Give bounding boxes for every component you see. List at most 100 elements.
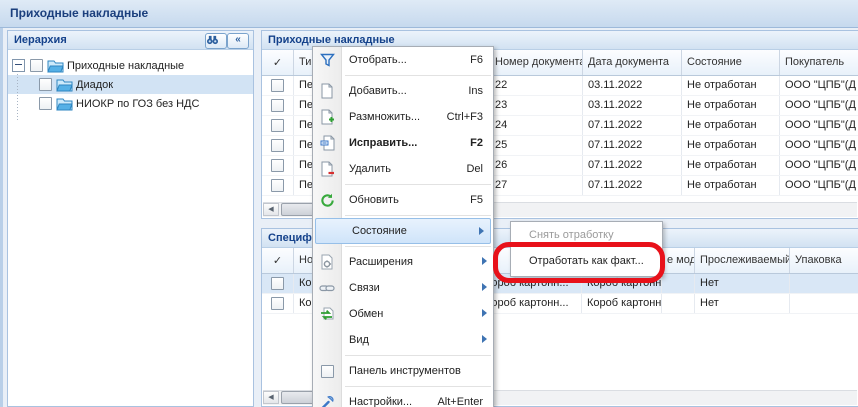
refresh-icon xyxy=(313,193,341,208)
column-buyer[interactable]: Покупатель xyxy=(780,50,858,75)
binoculars-icon xyxy=(206,34,226,45)
column-check[interactable]: ✓ xyxy=(262,50,294,75)
column-date[interactable]: Дата документа xyxy=(583,50,682,75)
submenu-item-process-as-fact[interactable]: Отработать как факт... xyxy=(511,248,662,274)
menu-item-state[interactable]: Состояние xyxy=(315,218,491,244)
cell-packaging xyxy=(790,274,858,293)
window-border xyxy=(0,0,3,407)
cell-number: 26 xyxy=(490,156,583,175)
column-traceable[interactable]: Прослеживаемый xyxy=(695,248,790,273)
search-button[interactable] xyxy=(205,33,227,49)
cell-state: Не отработан xyxy=(682,156,780,175)
scrollbar-thumb[interactable] xyxy=(281,203,315,216)
menu-separator xyxy=(345,215,491,216)
cell-buyer: ООО "ЦПБ"(Д xyxy=(780,156,858,175)
row-checkbox[interactable] xyxy=(271,119,284,132)
edit-document-icon xyxy=(313,135,341,151)
menu-item-edit[interactable]: Исправить... F2 xyxy=(313,130,493,156)
row-checkbox[interactable] xyxy=(271,297,284,310)
filter-icon xyxy=(313,53,341,67)
cell-date: 07.11.2022 xyxy=(583,136,682,155)
submenu-arrow-icon xyxy=(482,283,487,291)
scroll-left-arrow-icon[interactable]: ◀ xyxy=(263,391,279,404)
tree-guide-line xyxy=(17,74,18,122)
folder-icon xyxy=(56,97,73,111)
menu-item-extensions[interactable]: Расширения xyxy=(313,249,493,275)
hierarchy-panel-header: Иерархия « xyxy=(8,31,253,50)
hierarchy-panel-title: Иерархия xyxy=(14,34,67,46)
tree-item-niokr[interactable]: НИОКР по ГОЗ без НДС xyxy=(8,94,253,113)
column-check[interactable]: ✓ xyxy=(262,248,294,273)
menu-item-exchange[interactable]: Обмен xyxy=(313,301,493,327)
context-menu: Отобрать... F6 Добавить... Ins Размножит… xyxy=(312,46,494,407)
cell-buyer: ООО "ЦПБ"(Д xyxy=(780,176,858,195)
tree-item-label[interactable]: Диадок xyxy=(73,79,116,91)
row-checkbox[interactable] xyxy=(271,159,284,172)
cell-state: Не отработан xyxy=(682,176,780,195)
cell-date: 03.11.2022 xyxy=(583,96,682,115)
links-icon xyxy=(313,283,341,293)
submenu-arrow-icon xyxy=(479,227,484,235)
column-number[interactable]: Номер документа. xyxy=(490,50,583,75)
menu-item-refresh[interactable]: Обновить F5 xyxy=(313,187,493,213)
tree-checkbox[interactable] xyxy=(39,97,52,110)
menu-separator xyxy=(345,75,491,76)
menu-item-add[interactable]: Добавить... Ins xyxy=(313,78,493,104)
row-checkbox[interactable] xyxy=(271,277,284,290)
cell-number: 22 xyxy=(490,76,583,95)
menu-item-settings[interactable]: Настройки... Alt+Enter xyxy=(313,389,493,407)
column-model[interactable]: е мод xyxy=(662,248,695,273)
duplicate-document-icon xyxy=(313,109,341,125)
submenu-arrow-icon xyxy=(482,309,487,317)
cell-date: 03.11.2022 xyxy=(583,76,682,95)
cell-date: 07.11.2022 xyxy=(583,156,682,175)
menu-item-view[interactable]: Вид xyxy=(313,327,493,353)
menu-separator xyxy=(345,184,491,185)
cell-date: 07.11.2022 xyxy=(583,176,682,195)
tree-checkbox[interactable] xyxy=(39,78,52,91)
settings-icon xyxy=(313,395,341,407)
row-checkbox[interactable] xyxy=(271,79,284,92)
collapse-panel-button[interactable]: « xyxy=(227,33,249,49)
menu-item-filter[interactable]: Отобрать... F6 xyxy=(313,47,493,73)
tree-item-label[interactable]: Приходные накладные xyxy=(64,60,187,72)
menu-item-toolbar[interactable]: Панель инструментов xyxy=(313,358,493,384)
cell-state: Не отработан xyxy=(682,76,780,95)
row-checkbox[interactable] xyxy=(271,139,284,152)
tree-item-label[interactable]: НИОКР по ГОЗ без НДС xyxy=(73,98,202,110)
menu-item-delete[interactable]: Удалить Del xyxy=(313,156,493,182)
cell-state: Не отработан xyxy=(682,96,780,115)
cell-traceable: Нет xyxy=(695,274,790,293)
collapse-node-icon[interactable] xyxy=(12,59,25,72)
exchange-icon xyxy=(313,307,341,322)
cell-model-tail xyxy=(662,274,695,293)
row-checkbox[interactable] xyxy=(271,179,284,192)
scrollbar-thumb[interactable] xyxy=(281,391,315,404)
tree-item-root[interactable]: Приходные накладные xyxy=(8,56,253,75)
menu-item-duplicate[interactable]: Размножить... Ctrl+F3 xyxy=(313,104,493,130)
menu-separator xyxy=(345,355,491,356)
specification-panel-title: Специф xyxy=(268,232,312,244)
state-submenu: Снять отработку Отработать как факт... xyxy=(510,221,663,277)
column-packaging[interactable]: Упаковка xyxy=(790,248,858,273)
tree-checkbox[interactable] xyxy=(30,59,43,72)
menu-separator xyxy=(345,386,491,387)
cell-number: 25 xyxy=(490,136,583,155)
hierarchy-tree: Приходные накладные Диадок НИОКР по ГОЗ … xyxy=(8,50,253,113)
menu-item-links[interactable]: Связи xyxy=(313,275,493,301)
scroll-left-arrow-icon[interactable]: ◀ xyxy=(263,203,279,216)
tree-item-diadok[interactable]: Диадок xyxy=(8,75,253,94)
submenu-arrow-icon xyxy=(482,257,487,265)
cell-date: 07.11.2022 xyxy=(583,116,682,135)
delete-document-icon xyxy=(313,161,341,177)
cell-number: 27 xyxy=(490,176,583,195)
row-checkbox[interactable] xyxy=(271,99,284,112)
column-state[interactable]: Состояние xyxy=(682,50,780,75)
cell-number: 24 xyxy=(490,116,583,135)
toolbar-checkbox[interactable] xyxy=(313,365,341,378)
cell-number: 23 xyxy=(490,96,583,115)
cell-buyer: ООО "ЦПБ"(Д xyxy=(780,76,858,95)
folder-open-icon xyxy=(47,59,64,73)
extensions-icon xyxy=(313,254,341,270)
folder-icon xyxy=(56,78,73,92)
